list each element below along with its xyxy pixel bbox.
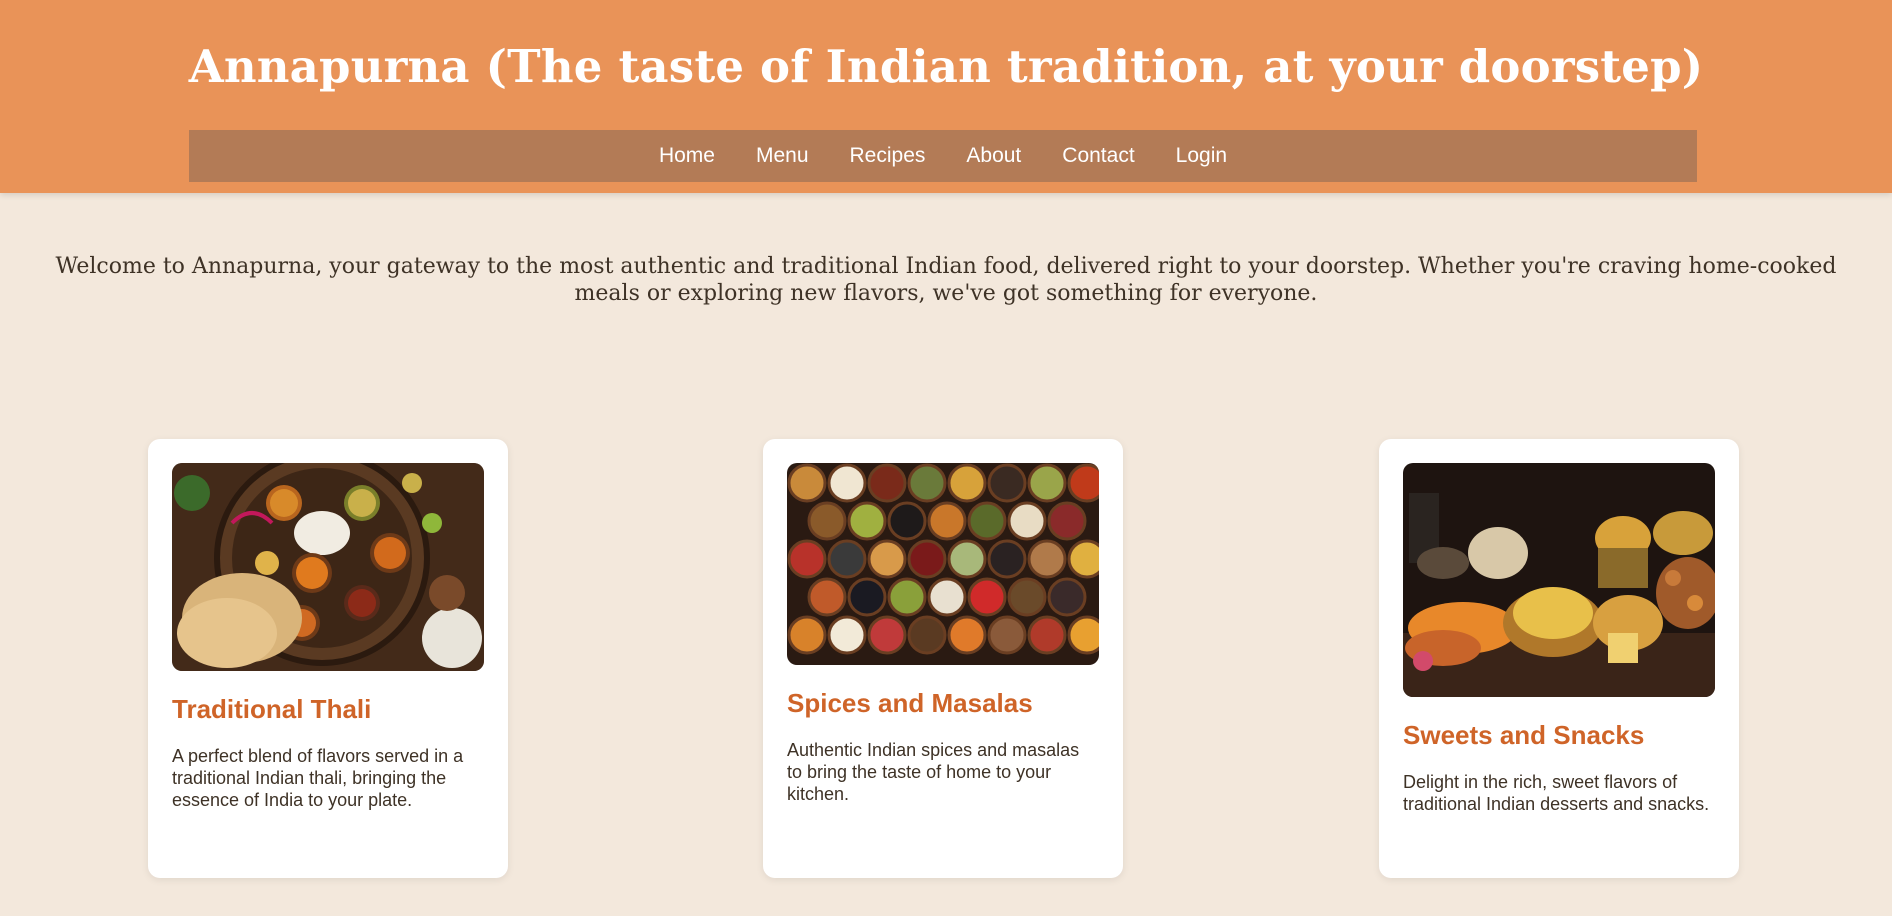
nav-contact[interactable]: Contact (1042, 144, 1155, 168)
nav-home[interactable]: Home (638, 144, 735, 168)
nav-menu[interactable]: Menu (735, 144, 829, 168)
nav-login[interactable]: Login (1155, 144, 1247, 168)
welcome-text: Welcome to Annapurna, your gateway to th… (55, 254, 1837, 306)
card-description: Delight in the rich, sweet flavors of tr… (1403, 772, 1710, 814)
card-spices-and-masalas: Spices and Masalas Authentic Indian spic… (763, 439, 1123, 878)
sweets-image (1403, 463, 1715, 697)
card-description: Authentic Indian spices and masalas to b… (787, 740, 1080, 804)
spices-image (787, 463, 1099, 665)
site-header: Annapurna (The taste of Indian tradition… (0, 0, 1892, 193)
nav-recipes[interactable]: Recipes (829, 144, 946, 168)
card-title: Sweets and Snacks (1403, 720, 1645, 750)
card-description: A perfect blend of flavors served in a t… (172, 746, 464, 810)
card-traditional-thali: Traditional Thali A perfect blend of fla… (148, 439, 508, 878)
card-title: Traditional Thali (172, 694, 372, 724)
nav-about[interactable]: About (946, 144, 1042, 168)
site-title: Annapurna (The taste of Indian tradition… (188, 40, 1704, 93)
thali-image (172, 463, 484, 671)
card-sweets-and-snacks: Sweets and Snacks Delight in the rich, s… (1379, 439, 1739, 878)
card-title: Spices and Masalas (787, 688, 1033, 718)
nav-bar: Home Menu Recipes About Contact Login (189, 130, 1697, 182)
